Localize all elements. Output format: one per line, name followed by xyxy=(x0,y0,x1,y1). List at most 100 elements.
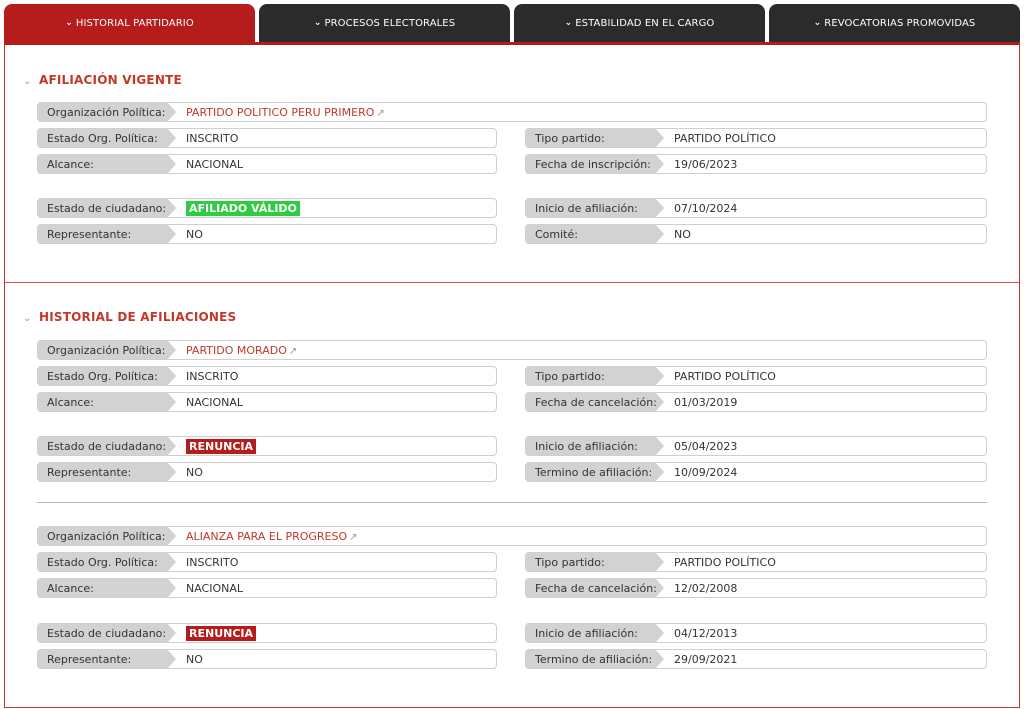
tab-label: REVOCATORIAS PROMOVIDAS xyxy=(824,17,976,29)
field-label: Organización Política: xyxy=(38,103,176,121)
org-value: ALIANZA PARA EL PROGRESO xyxy=(186,529,348,543)
inicio-afiliacion-field: Inicio de afiliación: 05/04/2023 xyxy=(525,436,987,456)
estado-ciudadano-field: Estado de ciudadano: RENUNCIA xyxy=(37,623,497,643)
org-link[interactable]: PARTIDO MORADO ↗ xyxy=(176,344,297,357)
field-value: 01/03/2019 xyxy=(674,395,738,409)
field-value: 10/09/2024 xyxy=(674,465,738,479)
field-label: Tipo partido: xyxy=(526,553,664,571)
field-label: Estado Org. Política: xyxy=(38,553,176,571)
status-badge: RENUNCIA xyxy=(186,625,257,641)
estado-org-field: Estado Org. Política: INSCRITO xyxy=(37,366,497,386)
field-label: Representante: xyxy=(38,225,176,243)
status-badge: AFILIADO VÁLIDO xyxy=(186,200,300,216)
chevron-down-icon: ⌄ xyxy=(23,76,32,87)
org-value: PARTIDO POLITICO PERU PRIMERO xyxy=(186,105,375,119)
org-value: PARTIDO MORADO xyxy=(186,343,287,357)
tab-label: HISTORIAL PARTIDARIO xyxy=(75,17,194,29)
history-section: ⌄ HISTORIAL DE AFILIACIONES Organización… xyxy=(5,283,1019,707)
fecha-cancelacion-field: Fecha de cancelación: 01/03/2019 xyxy=(525,392,987,412)
inicio-afiliacion-field: Inicio de afiliación: 07/10/2024 xyxy=(525,198,987,218)
chevron-down-icon: ⌄ xyxy=(23,313,32,324)
field-label: Estado de ciudadano: xyxy=(38,199,176,217)
chevron-down-icon: ⌄ xyxy=(813,18,822,28)
tab-bar: ⌄ HISTORIAL PARTIDARIO ⌄ PROCESOS ELECTO… xyxy=(4,4,1020,42)
field-value: NACIONAL xyxy=(186,395,244,409)
field-label: Inicio de afiliación: xyxy=(526,437,664,455)
tipo-partido-field: Tipo partido: PARTIDO POLÍTICO xyxy=(525,552,987,572)
field-label: Estado de ciudadano: xyxy=(38,624,176,642)
field-value: 05/04/2023 xyxy=(674,439,738,453)
org-field: Organización Política: ALIANZA PARA EL P… xyxy=(37,526,987,546)
field-value: 19/06/2023 xyxy=(674,157,738,171)
section-header[interactable]: ⌄ HISTORIAL DE AFILIACIONES xyxy=(23,310,236,324)
tipo-partido-field: Tipo partido: PARTIDO POLÍTICO xyxy=(525,128,987,148)
org-link[interactable]: ALIANZA PARA EL PROGRESO ↗ xyxy=(176,530,358,543)
entry-divider xyxy=(37,502,987,503)
field-value: NO xyxy=(186,652,203,666)
field-label: Representante: xyxy=(38,463,176,481)
field-value: PARTIDO POLÍTICO xyxy=(674,555,776,569)
field-label: Fecha de cancelación: xyxy=(526,579,664,597)
status-badge: RENUNCIA xyxy=(186,438,257,454)
tab-label: PROCESOS ELECTORALES xyxy=(324,17,456,29)
tab-content: ⌄ AFILIACIÓN VIGENTE Organización Políti… xyxy=(4,42,1020,708)
tab-label: ESTABILIDAD EN EL CARGO xyxy=(575,17,715,29)
field-value: 29/09/2021 xyxy=(674,652,738,666)
field-label: Fecha de inscripción: xyxy=(526,155,664,173)
org-field: Organización Política: PARTIDO POLITICO … xyxy=(37,102,987,122)
comite-field: Comité: NO xyxy=(525,224,987,244)
estado-ciudadano-field: Estado de ciudadano: RENUNCIA xyxy=(37,436,497,456)
field-label: Inicio de afiliación: xyxy=(526,199,664,217)
current-affiliation-section: ⌄ AFILIACIÓN VIGENTE Organización Políti… xyxy=(5,45,1019,283)
estado-ciudadano-field: Estado de ciudadano: AFILIADO VÁLIDO xyxy=(37,198,497,218)
tab-revocatorias[interactable]: ⌄ REVOCATORIAS PROMOVIDAS xyxy=(769,4,1020,42)
field-value: 07/10/2024 xyxy=(674,201,738,215)
chevron-down-icon: ⌄ xyxy=(564,18,573,28)
field-label: Alcance: xyxy=(38,155,176,173)
representante-field: Representante: NO xyxy=(37,224,497,244)
org-link[interactable]: PARTIDO POLITICO PERU PRIMERO ↗ xyxy=(176,106,385,119)
field-label: Termino de afiliación: xyxy=(526,650,664,668)
field-value: NACIONAL xyxy=(186,157,244,171)
termino-afiliacion-field: Termino de afiliación: 10/09/2024 xyxy=(525,462,987,482)
field-value: 12/02/2008 xyxy=(674,581,738,595)
field-value: PARTIDO POLÍTICO xyxy=(674,131,776,145)
chevron-down-icon: ⌄ xyxy=(65,18,73,28)
tab-procesos-electorales[interactable]: ⌄ PROCESOS ELECTORALES xyxy=(259,4,510,42)
estado-org-field: Estado Org. Política: INSCRITO xyxy=(37,128,497,148)
field-label: Estado de ciudadano: xyxy=(38,437,176,455)
section-header[interactable]: ⌄ AFILIACIÓN VIGENTE xyxy=(23,73,182,87)
section-title: AFILIACIÓN VIGENTE xyxy=(38,73,182,87)
tab-estabilidad-cargo[interactable]: ⌄ ESTABILIDAD EN EL CARGO xyxy=(514,4,765,42)
field-value: NO xyxy=(186,227,203,241)
field-label: Organización Política: xyxy=(38,527,176,545)
field-label: Representante: xyxy=(38,650,176,668)
field-value: INSCRITO xyxy=(186,131,239,145)
external-link-icon: ↗ xyxy=(349,531,358,543)
field-value: NO xyxy=(186,465,203,479)
field-label: Termino de afiliación: xyxy=(526,463,664,481)
field-value: PARTIDO POLÍTICO xyxy=(674,369,776,383)
fecha-cancelacion-field: Fecha de cancelación: 12/02/2008 xyxy=(525,578,987,598)
field-label: Fecha de cancelación: xyxy=(526,393,664,411)
representante-field: Representante: NO xyxy=(37,462,497,482)
inicio-afiliacion-field: Inicio de afiliación: 04/12/2013 xyxy=(525,623,987,643)
org-field: Organización Política: PARTIDO MORADO ↗ xyxy=(37,340,987,360)
field-value: NACIONAL xyxy=(186,581,244,595)
fecha-inscripcion-field: Fecha de inscripción: 19/06/2023 xyxy=(525,154,987,174)
field-label: Comité: xyxy=(526,225,664,243)
tipo-partido-field: Tipo partido: PARTIDO POLÍTICO xyxy=(525,366,987,386)
representante-field: Representante: NO xyxy=(37,649,497,669)
field-value: 04/12/2013 xyxy=(674,626,738,640)
estado-org-field: Estado Org. Política: INSCRITO xyxy=(37,552,497,572)
tab-historial-partidario[interactable]: ⌄ HISTORIAL PARTIDARIO xyxy=(4,4,255,42)
field-label: Alcance: xyxy=(38,579,176,597)
alcance-field: Alcance: NACIONAL xyxy=(37,578,497,598)
field-label: Inicio de afiliación: xyxy=(526,624,664,642)
chevron-down-icon: ⌄ xyxy=(313,18,322,28)
field-label: Organización Política: xyxy=(38,341,176,359)
field-label: Estado Org. Política: xyxy=(38,367,176,385)
field-label: Alcance: xyxy=(38,393,176,411)
external-link-icon: ↗ xyxy=(376,107,385,119)
field-label: Tipo partido: xyxy=(526,367,664,385)
